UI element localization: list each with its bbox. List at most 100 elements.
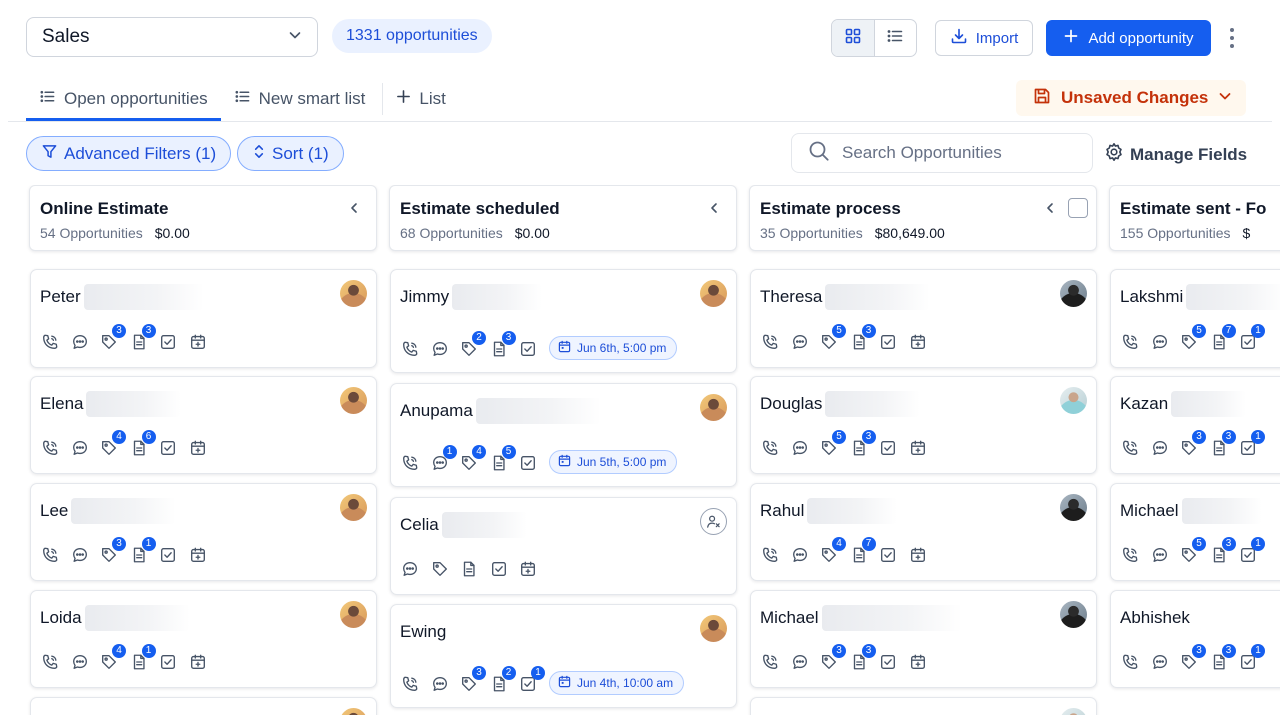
tab-open-opportunities[interactable]: Open opportunities bbox=[26, 78, 221, 121]
tag-icon[interactable]: 3 bbox=[459, 666, 486, 694]
select-column-checkbox[interactable] bbox=[1068, 198, 1088, 218]
tag-icon[interactable]: 3 bbox=[1179, 644, 1206, 672]
calendar-add-icon[interactable] bbox=[188, 438, 208, 458]
message-icon[interactable] bbox=[70, 652, 90, 672]
manage-fields-button[interactable]: Manage Fields bbox=[1104, 142, 1247, 167]
opportunity-card[interactable]: Rahul 4 7 bbox=[750, 483, 1097, 581]
calendar-add-icon[interactable] bbox=[518, 559, 538, 579]
document-icon[interactable]: 3 bbox=[849, 644, 876, 672]
message-icon[interactable] bbox=[790, 545, 810, 565]
message-icon[interactable] bbox=[1150, 438, 1170, 458]
search-input[interactable] bbox=[842, 143, 1072, 163]
document-icon[interactable]: 5 bbox=[489, 445, 516, 473]
task-icon[interactable] bbox=[489, 559, 509, 579]
task-icon[interactable] bbox=[878, 652, 898, 672]
message-icon[interactable] bbox=[790, 332, 810, 352]
task-icon[interactable] bbox=[518, 339, 538, 359]
tag-icon[interactable]: 5 bbox=[1179, 537, 1206, 565]
collapse-chevron-icon[interactable] bbox=[708, 201, 720, 220]
tag-icon[interactable]: 4 bbox=[99, 644, 126, 672]
opportunity-card[interactable]: Elena 4 6 bbox=[30, 376, 377, 474]
task-icon[interactable]: 1 bbox=[518, 666, 545, 694]
tab-add-list[interactable]: List bbox=[383, 78, 458, 120]
sort-button[interactable]: Sort (1) bbox=[237, 136, 344, 171]
avatar[interactable] bbox=[1060, 387, 1087, 414]
tag-icon[interactable] bbox=[430, 559, 450, 579]
calendar-add-icon[interactable] bbox=[188, 545, 208, 565]
more-options-icon[interactable] bbox=[1222, 26, 1242, 50]
avatar[interactable] bbox=[700, 394, 727, 421]
tag-icon[interactable]: 3 bbox=[1179, 430, 1206, 458]
phone-icon[interactable] bbox=[760, 438, 780, 458]
grid-view-button[interactable] bbox=[832, 20, 875, 56]
phone-icon[interactable] bbox=[1120, 438, 1140, 458]
advanced-filters-button[interactable]: Advanced Filters (1) bbox=[26, 136, 232, 171]
tab-new-smart-list[interactable]: New smart list bbox=[221, 78, 379, 120]
message-icon[interactable] bbox=[70, 545, 90, 565]
document-icon[interactable]: 1 bbox=[129, 644, 156, 672]
task-icon[interactable] bbox=[158, 545, 178, 565]
phone-icon[interactable] bbox=[1120, 545, 1140, 565]
phone-icon[interactable] bbox=[760, 332, 780, 352]
message-icon[interactable] bbox=[790, 438, 810, 458]
avatar[interactable] bbox=[340, 601, 367, 628]
tag-icon[interactable]: 4 bbox=[819, 537, 846, 565]
task-icon[interactable] bbox=[158, 438, 178, 458]
tag-icon[interactable]: 3 bbox=[99, 537, 126, 565]
document-icon[interactable] bbox=[459, 559, 479, 579]
avatar[interactable] bbox=[700, 280, 727, 307]
phone-icon[interactable] bbox=[40, 438, 60, 458]
tag-icon[interactable]: 2 bbox=[459, 331, 486, 359]
phone-icon[interactable] bbox=[400, 453, 420, 473]
opportunity-card[interactable] bbox=[750, 697, 1097, 715]
appointment-badge[interactable]: Jun 5th, 5:00 pm bbox=[549, 450, 678, 474]
add-opportunity-button[interactable]: Add opportunity bbox=[1046, 20, 1211, 56]
phone-icon[interactable] bbox=[40, 332, 60, 352]
task-icon[interactable] bbox=[878, 332, 898, 352]
avatar[interactable] bbox=[340, 708, 367, 715]
avatar[interactable] bbox=[1060, 494, 1087, 521]
opportunity-card[interactable] bbox=[30, 697, 377, 715]
message-icon[interactable]: 1 bbox=[430, 445, 457, 473]
unsaved-changes-dropdown[interactable]: Unsaved Changes bbox=[1016, 80, 1246, 116]
document-icon[interactable]: 3 bbox=[1209, 430, 1236, 458]
avatar[interactable] bbox=[700, 615, 727, 642]
document-icon[interactable]: 3 bbox=[849, 324, 876, 352]
collapse-chevron-icon[interactable] bbox=[348, 201, 360, 220]
pipeline-select[interactable]: Sales bbox=[26, 17, 318, 57]
message-icon[interactable] bbox=[70, 332, 90, 352]
opportunity-card[interactable]: Lakshmi 5 7 1 bbox=[1110, 269, 1280, 368]
opportunity-card[interactable]: Peter 3 3 bbox=[30, 269, 377, 368]
avatar[interactable] bbox=[340, 280, 367, 307]
document-icon[interactable]: 3 bbox=[129, 324, 156, 352]
phone-icon[interactable] bbox=[400, 339, 420, 359]
phone-icon[interactable] bbox=[40, 652, 60, 672]
tag-icon[interactable]: 3 bbox=[819, 644, 846, 672]
task-icon[interactable] bbox=[518, 453, 538, 473]
task-icon[interactable] bbox=[878, 545, 898, 565]
document-icon[interactable]: 3 bbox=[489, 331, 516, 359]
opportunity-card[interactable]: Anupama 1 4 5 Jun 5th, 5:00 pm bbox=[390, 383, 737, 487]
document-icon[interactable]: 7 bbox=[849, 537, 876, 565]
task-icon[interactable]: 1 bbox=[1238, 324, 1265, 352]
calendar-add-icon[interactable] bbox=[188, 332, 208, 352]
unassigned-user-icon[interactable] bbox=[700, 508, 727, 535]
appointment-badge[interactable]: Jun 6th, 5:00 pm bbox=[549, 336, 678, 360]
calendar-add-icon[interactable] bbox=[908, 438, 928, 458]
avatar[interactable] bbox=[1060, 708, 1087, 715]
message-icon[interactable] bbox=[790, 652, 810, 672]
opportunity-card[interactable]: Lee 3 1 bbox=[30, 483, 377, 581]
appointment-badge[interactable]: Jun 4th, 10:00 am bbox=[549, 671, 685, 695]
task-icon[interactable]: 1 bbox=[1238, 430, 1265, 458]
tag-icon[interactable]: 5 bbox=[819, 430, 846, 458]
message-icon[interactable] bbox=[1150, 332, 1170, 352]
avatar[interactable] bbox=[340, 387, 367, 414]
opportunity-card[interactable]: Michael 3 3 bbox=[750, 590, 1097, 688]
phone-icon[interactable] bbox=[400, 674, 420, 694]
avatar[interactable] bbox=[340, 494, 367, 521]
phone-icon[interactable] bbox=[40, 545, 60, 565]
document-icon[interactable]: 7 bbox=[1209, 324, 1236, 352]
opportunity-card[interactable]: Loida 4 1 bbox=[30, 590, 377, 688]
phone-icon[interactable] bbox=[760, 545, 780, 565]
opportunity-card[interactable]: Kazan 3 3 1 bbox=[1110, 376, 1280, 474]
